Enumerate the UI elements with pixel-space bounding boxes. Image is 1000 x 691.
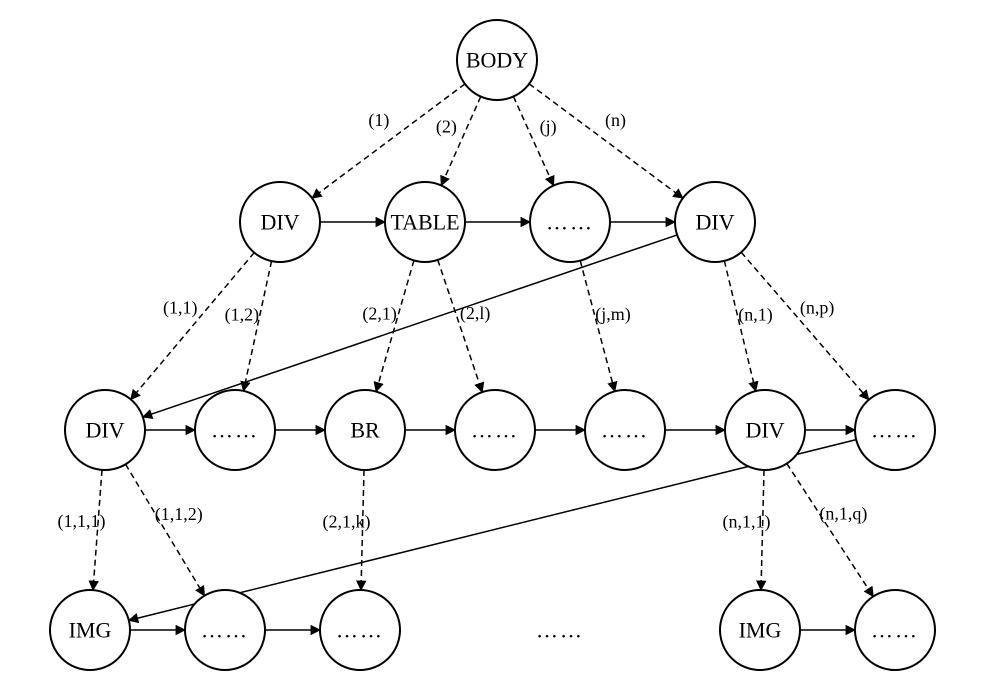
edge-label-0: (1) — [368, 110, 389, 131]
node-l2_2: …… — [195, 390, 275, 470]
edge-label-7: (2,l) — [460, 303, 491, 324]
dom-tree-diagram: BODY DIV TABLE …… DIV DIV …… BR …… …… DIV …… IMG …… ……… — [0, 0, 1000, 691]
edge-label-14: (n,1,1) — [723, 512, 771, 533]
edge-label-15: (n,1,q) — [819, 503, 867, 524]
edge-parent-root-l1_2 — [441, 97, 481, 186]
node-l1_3: …… — [530, 182, 610, 262]
node-label-l3_3: …… — [336, 618, 384, 643]
node-l1_2: TABLE — [385, 182, 465, 262]
node-label-l3_5: …… — [871, 618, 919, 643]
edge-wrap-l1_4-l2_1 — [143, 235, 677, 417]
node-root: BODY — [457, 20, 537, 100]
edge-label-4: (1,1) — [163, 298, 198, 319]
edge-parent-l1_2-l2_4 — [438, 260, 482, 392]
ellipsis-free: …… — [536, 618, 584, 643]
node-l3_1: IMG — [50, 590, 130, 670]
edge-label-11: (1,1,1) — [58, 511, 106, 532]
edge-label-6: (2,1) — [362, 304, 397, 325]
node-label-l1_2: TABLE — [390, 210, 459, 235]
node-label-l2_2: …… — [211, 418, 259, 443]
node-label-l2_6: DIV — [745, 418, 784, 443]
node-l2_5: …… — [585, 390, 665, 470]
node-label-l3_4: IMG — [739, 618, 782, 643]
tree-nodes: BODY DIV TABLE …… DIV DIV …… BR …… …… DIV …… IMG …… ……… — [50, 20, 935, 670]
node-l3_3: …… — [320, 590, 400, 670]
node-l1_4: DIV — [675, 182, 755, 262]
edge-label-5: (1,2) — [225, 305, 260, 326]
node-label-l2_7: …… — [871, 418, 919, 443]
node-l3_4: IMG — [720, 590, 800, 670]
edge-label-8: (j,m) — [595, 304, 631, 325]
edge-parent-l2_1-l3_2 — [126, 464, 205, 595]
node-label-root: BODY — [466, 48, 528, 73]
edge-parent-l1_1-l2_1 — [131, 253, 254, 400]
edge-label-12: (1,1,2) — [155, 504, 203, 525]
node-label-l2_5: …… — [601, 418, 649, 443]
edge-label-2: (j) — [540, 116, 557, 137]
node-label-l3_1: IMG — [69, 618, 112, 643]
edge-parent-root-l1_3 — [513, 96, 553, 185]
node-label-l2_1: DIV — [85, 418, 124, 443]
edge-labels: (1) (2) (j) (n) (1,1) (1,2) (2,1) (2,l) (j,m) (n,… — [58, 110, 868, 532]
node-l2_6: DIV — [725, 390, 805, 470]
edge-label-13: (2,1,k) — [323, 512, 371, 533]
edge-label-3: (n) — [605, 110, 626, 131]
edge-label-1: (2) — [436, 117, 457, 138]
edge-parent-l1_1-l2_2 — [243, 261, 271, 391]
node-label-l1_3: …… — [546, 210, 594, 235]
node-l2_1: DIV — [65, 390, 145, 470]
node-l1_1: DIV — [240, 182, 320, 262]
edge-parent-l1_4-l2_6 — [724, 261, 755, 391]
node-l3_2: …… — [185, 590, 265, 670]
node-l2_4: …… — [455, 390, 535, 470]
edge-parent-l1_3-l2_5 — [580, 261, 615, 392]
edge-parent-l2_6-l3_5 — [787, 464, 873, 597]
node-label-l2_3: BR — [350, 418, 380, 443]
node-label-l1_1: DIV — [260, 210, 299, 235]
edge-parent-l1_4-l2_7 — [741, 252, 869, 400]
edge-label-9: (n,1) — [738, 304, 773, 325]
node-l2_7: …… — [855, 390, 935, 470]
node-l3_5: …… — [855, 590, 935, 670]
node-label-l2_4: …… — [471, 418, 519, 443]
edge-label-10: (n,p) — [800, 298, 835, 319]
edge-parent-root-l1_1 — [312, 84, 465, 198]
node-l2_3: BR — [325, 390, 405, 470]
node-label-l3_2: …… — [201, 618, 249, 643]
node-label-l1_4: DIV — [695, 210, 734, 235]
